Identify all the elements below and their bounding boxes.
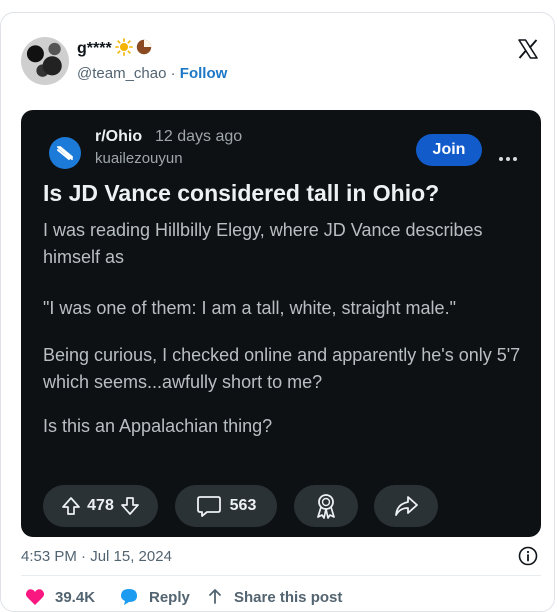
comment-icon bbox=[196, 496, 221, 517]
share-upload-icon bbox=[209, 589, 221, 604]
subreddit-name[interactable]: r/Ohio bbox=[95, 128, 142, 146]
award-icon bbox=[317, 494, 335, 519]
more-options-icon[interactable] bbox=[499, 148, 520, 166]
post-age: 12 days ago bbox=[155, 128, 243, 145]
display-name[interactable]: g**** bbox=[77, 40, 112, 58]
comment-count: 563 bbox=[229, 497, 257, 514]
subreddit-icon[interactable] bbox=[49, 137, 81, 169]
vote-control: 478 bbox=[43, 485, 158, 527]
share-button[interactable] bbox=[374, 485, 438, 527]
reply-button[interactable]: Reply bbox=[119, 588, 190, 606]
reply-bubble-icon bbox=[121, 589, 137, 605]
share-post-label: Share this post bbox=[234, 588, 343, 606]
divider bbox=[21, 575, 541, 576]
comments-button[interactable]: 563 bbox=[175, 485, 277, 527]
post-title[interactable]: Is JD Vance considered tall in Ohio? bbox=[43, 180, 439, 207]
vote-count: 478 bbox=[87, 497, 114, 514]
handle-separator: · bbox=[166, 65, 180, 82]
avatar[interactable] bbox=[21, 37, 69, 85]
post-author[interactable]: kuailezouyun bbox=[95, 150, 183, 167]
tweet-timestamp[interactable]: 4:53 PM · Jul 15, 2024 bbox=[21, 548, 172, 565]
award-button[interactable] bbox=[294, 485, 358, 527]
share-arrow-icon bbox=[395, 496, 418, 516]
post-body-paragraph: "I was one of them: I am a tall, white, … bbox=[43, 298, 456, 318]
downvote-icon[interactable] bbox=[120, 496, 140, 516]
reddit-post-card[interactable]: r/Ohio 12 days ago kuailezouyun Join Is … bbox=[21, 110, 541, 537]
like-count: 39.4K bbox=[55, 588, 96, 606]
like-button[interactable]: 39.4K bbox=[25, 588, 95, 606]
x-logo-icon[interactable] bbox=[516, 37, 540, 61]
post-body-paragraph: Is this an Appalachian thing? bbox=[43, 416, 273, 436]
join-button[interactable]: Join bbox=[416, 134, 482, 166]
coconut-icon bbox=[136, 39, 152, 55]
handle-row: @team_chao · Follow bbox=[77, 65, 227, 82]
reply-label: Reply bbox=[149, 588, 190, 606]
post-body-paragraph: Being curious, I checked online and appa… bbox=[43, 345, 521, 392]
upvote-icon[interactable] bbox=[61, 496, 81, 516]
sun-icon bbox=[115, 38, 133, 56]
handle[interactable]: @team_chao bbox=[77, 65, 166, 82]
heart-icon bbox=[25, 589, 45, 605]
tweet-card: g**** @team_chao · Follow r/Ohio 12 days… bbox=[0, 12, 555, 612]
info-icon[interactable] bbox=[518, 546, 538, 566]
post-body-paragraph: I was reading Hillbilly Elegy, where JD … bbox=[43, 220, 483, 267]
share-post-button[interactable]: Share this post bbox=[206, 588, 342, 606]
follow-link[interactable]: Follow bbox=[180, 65, 228, 82]
